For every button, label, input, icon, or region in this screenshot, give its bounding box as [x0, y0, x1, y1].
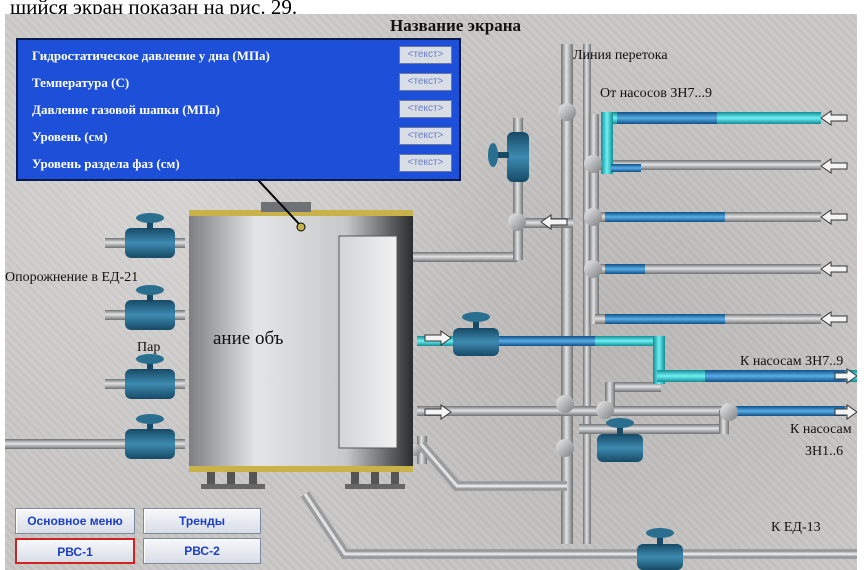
main-menu-button[interactable]: Основное меню: [15, 508, 135, 534]
panel-connector-dot: [296, 222, 306, 232]
label-drain-ed21: Опорожнение в ЕД-21: [5, 270, 139, 285]
parameter-value: <текст>: [399, 46, 452, 64]
parameter-row: Гидростатическое давление у дна (МПа) <т…: [32, 46, 462, 66]
valve-drain-ed21[interactable]: [125, 285, 175, 330]
valve-steam[interactable]: [125, 354, 175, 399]
valve-bottom-left[interactable]: [125, 414, 175, 459]
label-overflow-line: Линия перетока: [573, 48, 668, 63]
parameter-name: Температура (С): [32, 75, 130, 90]
label-to-pumps-7-9: К насосам ЗН7..9: [740, 354, 844, 369]
valve-overflow-vertical[interactable]: [488, 132, 529, 182]
rvs2-button[interactable]: РВС-2: [143, 538, 261, 564]
parameter-value: <текст>: [399, 154, 452, 172]
parameter-name: Уровень (см): [32, 129, 108, 144]
screen-title: Название экрана: [390, 16, 522, 35]
parameter-row: Температура (С) <текст>: [32, 73, 462, 93]
label-to-pumps-1-6-line2: ЗН1..6: [805, 444, 844, 459]
label-from-pumps: От насосов ЗН7...9: [600, 86, 712, 101]
parameter-name: Гидростатическое давление у дна (МПа): [32, 48, 270, 63]
rvs1-button[interactable]: РВС-1: [15, 538, 135, 564]
parameter-value: <текст>: [399, 127, 452, 145]
tank-label: ание объ: [213, 328, 284, 349]
trends-button[interactable]: Тренды: [143, 508, 261, 534]
parameter-name: Уровень раздела фаз (см): [32, 156, 180, 171]
parameter-row: Уровень (см) <текст>: [32, 127, 462, 147]
label-steam: Пар: [137, 340, 161, 355]
parameter-value: <текст>: [399, 100, 452, 118]
parameter-row: Уровень раздела фаз (см) <текст>: [32, 154, 462, 174]
parameter-name: Давление газовой шапки (МПа): [32, 102, 220, 117]
parameter-row: Давление газовой шапки (МПа) <текст>: [32, 100, 462, 120]
valve-drain-top[interactable]: [125, 213, 175, 258]
valve-inlet-middle[interactable]: [453, 312, 499, 356]
parameters-panel: Гидростатическое давление у дна (МПа) <т…: [16, 38, 461, 181]
parameter-value: <текст>: [399, 73, 452, 91]
label-to-ed13: К ЕД-13: [771, 520, 821, 535]
label-to-pumps-1-6: К насосам: [790, 422, 852, 437]
valve-ed13[interactable]: [637, 528, 683, 570]
scada-screen: Название экрана Гидростатическое давлени…: [5, 14, 857, 570]
